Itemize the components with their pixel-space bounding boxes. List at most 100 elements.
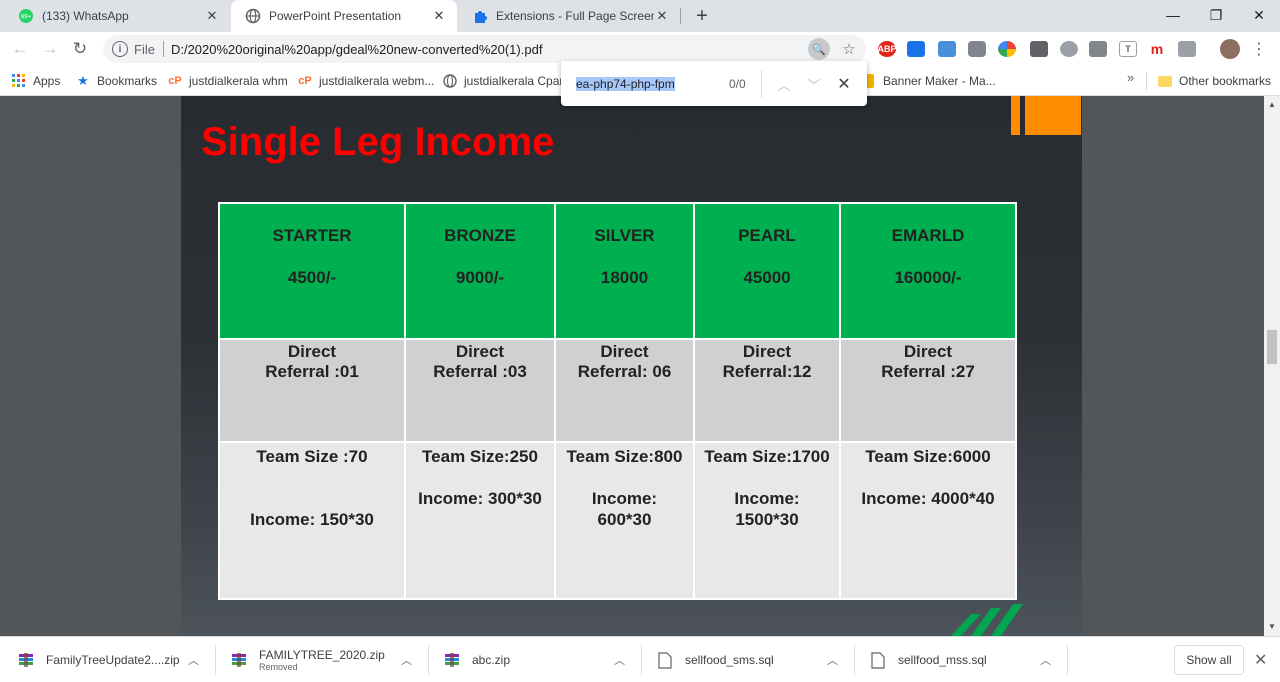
orange-decoration [1011, 96, 1081, 136]
forward-button[interactable]: → [38, 37, 62, 61]
bookmark-label: justdialkerala whm [189, 74, 288, 88]
divider [162, 41, 164, 57]
extension-icon[interactable]: T [1119, 41, 1137, 57]
bookmark-webmail[interactable]: cP justdialkerala webm... [298, 72, 434, 90]
download-filename: FamilyTreeUpdate2....zip [46, 653, 180, 667]
info-icon[interactable]: i [112, 41, 128, 57]
download-item[interactable]: FAMILYTREE_2020.zip Removed ︿ [231, 637, 427, 682]
close-window-button[interactable]: ✕ [1236, 0, 1280, 30]
scrollbar[interactable]: ▲ ▼ [1264, 96, 1280, 636]
find-next-button[interactable]: ﹀ [803, 73, 825, 95]
scroll-up-icon[interactable]: ▲ [1268, 100, 1276, 109]
table-row: Team Size :70 Income: 150*30 Team Size:2… [218, 441, 1017, 600]
bookmark-bookmarks[interactable]: ★ Bookmarks [76, 72, 157, 90]
divider [761, 70, 762, 98]
chevron-up-icon[interactable]: ︿ [188, 652, 199, 668]
show-all-button[interactable]: Show all [1174, 645, 1244, 675]
zip-file-icon [18, 651, 34, 669]
avatar[interactable] [1220, 39, 1240, 59]
cpanel-icon: cP [298, 75, 312, 87]
divider [215, 645, 216, 675]
extension-icon[interactable] [1030, 41, 1048, 57]
color-picker-icon[interactable] [998, 41, 1016, 57]
tab-powerpoint[interactable]: PowerPoint Presentation ✕ [231, 0, 457, 32]
download-item[interactable]: sellfood_sms.sql ︿ [657, 637, 853, 682]
bookmark-label: justdialkerala webm... [319, 74, 435, 88]
bookmark-label: Apps [33, 74, 61, 88]
bookmark-banner-maker[interactable]: Banner Maker - Ma... [864, 72, 996, 90]
referral-cell: Direct Referral:12 [693, 338, 841, 443]
divider [641, 645, 642, 675]
svg-text:99+: 99+ [21, 15, 32, 21]
bookmark-cpanel[interactable]: justdialkerala Cpane [443, 72, 573, 90]
find-previous-button[interactable]: ︿ [773, 73, 795, 95]
slide-title: Single Leg Income [201, 120, 555, 164]
find-bar: ea-php74-php-fpm 0/0 ︿ ﹀ ✕ [561, 61, 867, 106]
tab-strip: 99+ (133) WhatsApp ✕ PowerPoint Presenta… [0, 0, 1280, 32]
plans-table: STARTER 4500/- BRONZE 9000/- SILVER 18000 P… [218, 202, 1017, 600]
menu-icon[interactable]: ⋮ [1251, 38, 1267, 60]
find-close-button[interactable]: ✕ [833, 73, 855, 95]
team-cell: Team Size:800 Income: 600*30 [554, 441, 695, 600]
restore-button[interactable]: ❐ [1193, 0, 1239, 30]
chevron-up-icon[interactable]: ︿ [1040, 652, 1051, 668]
new-tab-button[interactable]: + [690, 4, 714, 28]
download-item[interactable]: sellfood_mss.sql ︿ [870, 637, 1066, 682]
extension-icon[interactable] [938, 41, 956, 57]
extension-icon[interactable]: m [1148, 41, 1166, 57]
bookmarks-overflow-button[interactable]: » [1127, 70, 1134, 85]
plan-header-cell: STARTER 4500/- [218, 202, 406, 340]
apps-grid-icon [12, 74, 26, 88]
extension-icon[interactable] [907, 41, 925, 57]
plan-header-cell: PEARL 45000 [693, 202, 841, 340]
whatsapp-icon: 99+ [18, 8, 34, 24]
bookmark-label: justdialkerala Cpane [464, 74, 573, 88]
chevron-up-icon[interactable]: ︿ [614, 652, 625, 668]
chevron-up-icon[interactable]: ︿ [827, 652, 838, 668]
referral-cell: Direct Referral :03 [404, 338, 556, 443]
back-button[interactable]: ← [8, 37, 32, 61]
pdf-page: Single Leg Income STARTER 4500/- BRONZE 90… [181, 96, 1082, 636]
close-shelf-icon[interactable]: ✕ [1254, 650, 1267, 670]
url-text[interactable]: D:/2020%20original%20app/gdeal%20new-con… [171, 42, 542, 57]
bookmark-label: Banner Maker - Ma... [883, 74, 996, 88]
find-match-count: 0/0 [729, 77, 746, 91]
tab-whatsapp[interactable]: 99+ (133) WhatsApp ✕ [4, 0, 230, 32]
chevron-up-icon[interactable]: ︿ [401, 652, 412, 668]
zip-file-icon [444, 651, 460, 669]
scrollbar-thumb[interactable] [1267, 330, 1277, 364]
download-item[interactable]: abc.zip ︿ [444, 637, 640, 682]
team-cell: Team Size:6000 Income: 4000*40 [839, 441, 1017, 600]
url-scheme: File [134, 41, 155, 57]
address-bar[interactable]: i File D:/2020%20original%20app/gdeal%20… [103, 35, 866, 63]
close-tab-icon[interactable]: ✕ [431, 8, 447, 24]
close-tab-icon[interactable]: ✕ [204, 8, 220, 24]
star-icon[interactable]: ☆ [838, 38, 860, 60]
adblock-icon[interactable]: ABP [878, 41, 897, 57]
folder-icon [1158, 75, 1172, 87]
camera-icon[interactable] [968, 41, 986, 57]
star-icon: ★ [77, 73, 89, 88]
cloud-icon[interactable] [1060, 41, 1078, 57]
bookmark-whm[interactable]: cP justdialkerala whm [168, 72, 288, 90]
cpanel-icon: cP [168, 75, 182, 87]
tab-title: PowerPoint Presentation [269, 9, 402, 23]
download-filename: sellfood_mss.sql [898, 653, 987, 667]
zoom-icon[interactable]: 🔍 [808, 38, 830, 60]
find-input[interactable]: ea-php74-php-fpm [576, 77, 675, 91]
bookmark-apps[interactable]: Apps [12, 72, 60, 90]
extension-icon[interactable] [1178, 41, 1196, 57]
tab-extensions[interactable]: Extensions - Full Page Screen Cap ✕ [458, 0, 680, 32]
download-item[interactable]: FamilyTreeUpdate2....zip ︿ [18, 637, 214, 682]
minimize-button[interactable]: — [1150, 0, 1196, 30]
globe-icon [245, 8, 261, 24]
divider [854, 645, 855, 675]
close-tab-icon[interactable]: ✕ [654, 8, 670, 24]
download-filename: abc.zip [472, 653, 511, 667]
plan-header-cell: BRONZE 9000/- [404, 202, 556, 340]
reload-button[interactable]: ↻ [68, 37, 92, 61]
pdf-viewer[interactable]: Single Leg Income STARTER 4500/- BRONZE 90… [0, 96, 1280, 636]
scroll-down-icon[interactable]: ▼ [1268, 622, 1276, 631]
bookmark-other[interactable]: Other bookmarks [1158, 72, 1271, 90]
translate-icon[interactable] [1089, 41, 1107, 57]
